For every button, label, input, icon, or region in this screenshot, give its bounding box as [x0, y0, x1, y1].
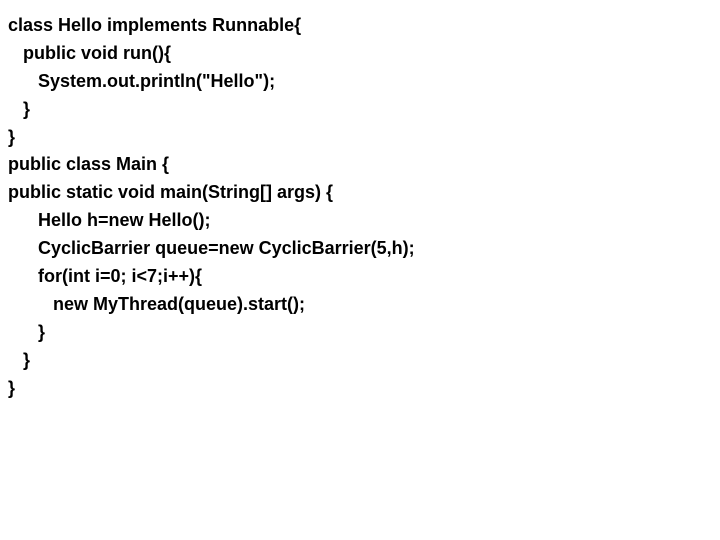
code-line: public class Main { [8, 151, 712, 179]
code-line: Hello h=new Hello(); [8, 207, 712, 235]
code-line: } [8, 124, 712, 152]
code-line: CyclicBarrier queue=new CyclicBarrier(5,… [8, 235, 712, 263]
code-line: } [8, 96, 712, 124]
code-line: } [8, 375, 712, 403]
code-line: new MyThread(queue).start(); [8, 291, 712, 319]
code-line: System.out.println("Hello"); [8, 68, 712, 96]
code-line: for(int i=0; i<7;i++){ [8, 263, 712, 291]
code-line: public static void main(String[] args) { [8, 179, 712, 207]
code-block: class Hello implements Runnable{ public … [8, 12, 712, 402]
code-line: class Hello implements Runnable{ [8, 12, 712, 40]
code-line: } [8, 319, 712, 347]
code-line: } [8, 347, 712, 375]
code-line: public void run(){ [8, 40, 712, 68]
